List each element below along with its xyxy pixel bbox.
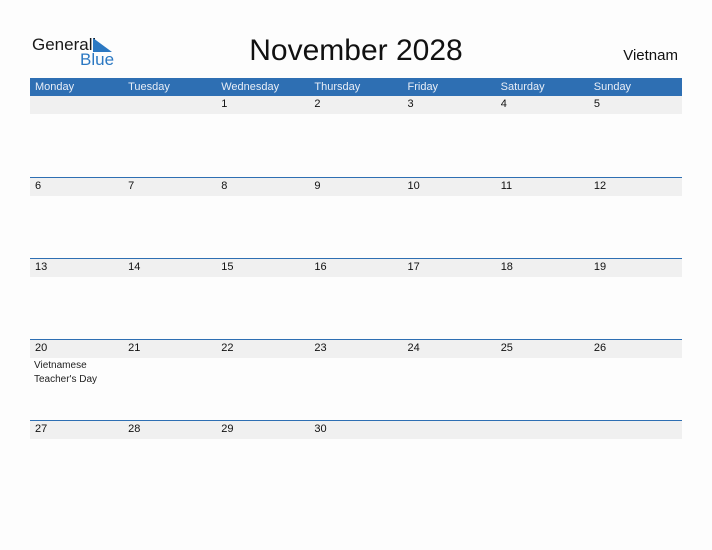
day-number: 17 [407,261,420,273]
week-row: 6 7 8 9 10 11 12 [30,177,682,259]
country-label: Vietnam [623,47,678,64]
holiday-label: Vietnamese Teacher's Day [34,360,98,385]
day-number: 11 [500,180,513,192]
day-cell[interactable]: 12 [589,178,682,259]
day-number: 26 [593,342,607,354]
weekday-saturday: Saturday [500,81,545,93]
day-cell[interactable]: 15 [216,259,309,340]
day-cell [589,421,682,502]
day-cell[interactable]: 22 [216,340,309,421]
day-cell [123,96,216,177]
day-cell[interactable]: 21 [123,340,216,421]
day-cell[interactable]: 4 [496,96,589,177]
day-number: 1 [221,98,228,110]
day-number: 5 [593,98,600,110]
day-cell[interactable]: 28 [123,421,216,502]
day-number: 20 [35,342,48,354]
week-row: 27 28 29 30 [30,420,682,502]
day-number: 12 [593,180,607,192]
day-number: 9 [314,180,321,192]
weekday-wednesday: Wednesday [221,81,280,93]
day-number: 8 [221,180,228,192]
day-cell[interactable]: 25 [496,340,589,421]
day-cell[interactable]: 30 [309,421,402,502]
day-number: 24 [407,342,420,354]
day-number: 10 [407,180,420,192]
day-cell [496,421,589,502]
day-number: 14 [128,261,141,273]
day-cell[interactable]: 7 [123,178,216,259]
day-number: 27 [35,423,48,435]
day-cell[interactable]: 23 [309,340,402,421]
weekday-friday: Friday [407,81,439,93]
day-cell[interactable]: 11 [496,178,589,259]
day-number: 22 [221,342,234,354]
day-cell[interactable]: 24 [403,340,496,421]
day-cell[interactable]: 29 [216,421,309,502]
day-cell[interactable]: 17 [403,259,496,340]
day-number: 6 [35,180,42,192]
day-cell[interactable]: 13 [30,259,123,340]
week-row: 20 Vietnamese Teacher's Day 21 22 23 24 25 26 [30,339,682,421]
weekday-sunday: Sunday [593,81,632,93]
day-number: 21 [128,342,141,354]
day-number: 19 [593,261,607,273]
weekday-header: Monday Tuesday Wednesday Thursday Friday… [30,78,682,96]
day-number: 29 [221,423,234,435]
day-number: 13 [35,261,48,273]
day-number: 4 [500,98,507,110]
day-cell[interactable]: 27 [30,421,123,502]
day-number: 2 [314,98,321,110]
day-number: 25 [500,342,513,354]
day-number: 15 [221,261,234,273]
day-number: 16 [314,261,327,273]
day-cell[interactable]: 16 [309,259,402,340]
day-number: 7 [128,180,135,192]
day-cell[interactable]: 14 [123,259,216,340]
day-cell[interactable]: 9 [309,178,402,259]
day-cell[interactable]: 6 [30,178,123,259]
day-number: 3 [407,98,414,110]
day-cell[interactable]: 20 Vietnamese Teacher's Day [30,340,123,421]
day-cell[interactable]: 26 [589,340,682,421]
day-cell[interactable]: 8 [216,178,309,259]
day-cell[interactable]: 1 [216,96,309,177]
day-cell[interactable]: 19 [589,259,682,340]
day-cell[interactable]: 5 [589,96,682,177]
day-cell [30,96,123,177]
day-cell[interactable]: 3 [403,96,496,177]
calendar-title: November 2028 [249,34,463,67]
day-cell [403,421,496,502]
day-cell[interactable]: 2 [309,96,402,177]
day-number: 28 [128,423,141,435]
day-number: 23 [314,342,327,354]
day-cell[interactable]: 18 [496,259,589,340]
day-number: 30 [314,423,327,435]
weekday-monday: Monday [35,81,75,93]
weekday-tuesday: Tuesday [128,81,170,93]
week-row: 13 14 15 16 17 18 19 [30,258,682,340]
weekday-thursday: Thursday [314,81,361,93]
day-number: 18 [500,261,513,273]
week-row: 1 2 3 4 5 [30,96,682,177]
day-cell[interactable]: 10 [403,178,496,259]
